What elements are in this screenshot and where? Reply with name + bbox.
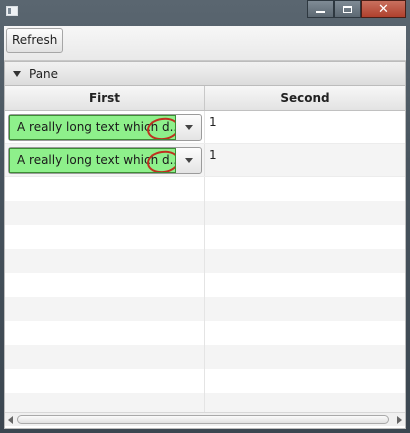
pane-header[interactable]: Pane: [5, 62, 405, 86]
titled-pane: Pane First Second A really long text whi…: [4, 61, 406, 429]
table-cell-second[interactable]: 1: [205, 144, 405, 176]
empty-row: [5, 369, 405, 393]
table-row[interactable]: A really long text which d... 1: [5, 144, 405, 177]
window-frame: ✕ Refresh Pane First Second A really lon…: [0, 0, 410, 433]
pane-title: Pane: [29, 66, 59, 81]
table-view[interactable]: First Second A really long text which d.…: [5, 86, 405, 428]
combo-box-arrow-button[interactable]: [176, 148, 201, 173]
window-app-icon[interactable]: [6, 6, 18, 16]
chevron-down-icon: [184, 125, 193, 130]
maximize-icon: [343, 5, 352, 13]
combo-box[interactable]: A really long text which d...: [8, 147, 202, 174]
column-header-first[interactable]: First: [5, 86, 205, 110]
cell-value: 1: [209, 148, 217, 162]
table-header: First Second: [5, 86, 405, 111]
combo-box[interactable]: A really long text which d...: [8, 114, 202, 141]
toolbar: Refresh: [4, 26, 406, 61]
combo-box-value[interactable]: A really long text which d...: [9, 148, 176, 173]
table-body: A really long text which d... 1 A really…: [5, 111, 405, 412]
scrollbar-thumb[interactable]: [17, 415, 389, 424]
table-cell-first: A really long text which d...: [5, 144, 205, 176]
empty-row: [5, 225, 405, 249]
title-bar[interactable]: ✕: [0, 0, 410, 22]
empty-row: [5, 273, 405, 297]
minimize-button[interactable]: [307, 0, 334, 18]
empty-row: [5, 177, 405, 201]
scroll-left-icon[interactable]: [8, 416, 13, 424]
table-row[interactable]: A really long text which d... 1: [5, 111, 405, 144]
scroll-right-icon[interactable]: [397, 416, 402, 424]
table-cell-first: A really long text which d...: [5, 111, 205, 143]
close-button[interactable]: ✕: [361, 0, 406, 18]
expand-arrow-icon[interactable]: [13, 70, 21, 77]
refresh-button[interactable]: Refresh: [6, 28, 64, 53]
chevron-down-icon: [184, 158, 193, 163]
horizontal-scrollbar[interactable]: [5, 412, 405, 426]
column-header-second[interactable]: Second: [205, 86, 405, 110]
close-icon: ✕: [378, 1, 389, 17]
empty-row: [5, 249, 405, 273]
cell-value: 1: [209, 115, 217, 129]
empty-row: [5, 393, 405, 412]
maximize-button[interactable]: [334, 0, 361, 18]
table-cell-second[interactable]: 1: [205, 111, 405, 143]
empty-row: [5, 201, 405, 225]
empty-row: [5, 297, 405, 321]
empty-row: [5, 345, 405, 369]
window-controls: ✕: [307, 0, 406, 18]
combo-box-value[interactable]: A really long text which d...: [9, 115, 176, 140]
window-content: Refresh Pane First Second A really long …: [4, 26, 406, 429]
minimize-icon: [316, 11, 325, 13]
empty-row: [5, 321, 405, 345]
combo-box-arrow-button[interactable]: [176, 115, 201, 140]
